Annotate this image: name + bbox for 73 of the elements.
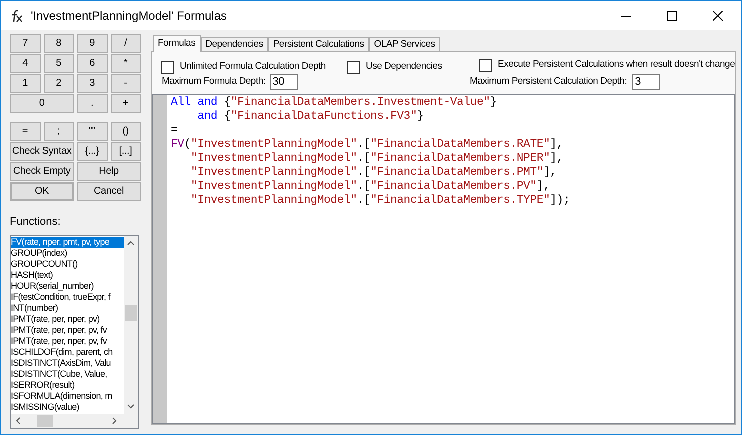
code-line: FV("InvestmentPlanningModel".["FinancialDataMembers.RATE"],: [171, 138, 564, 152]
checkbox[interactable]: [479, 58, 492, 72]
function-item[interactable]: IPMT(rate, per, nper, pv, fv: [11, 324, 124, 336]
function-item[interactable]: ISCHILDOF(dim, parent, ch: [11, 346, 124, 358]
depth-field[interactable]: 3: [632, 74, 660, 90]
keypad-button[interactable]: Check Empty: [10, 162, 74, 181]
keypad-button[interactable]: 2: [44, 74, 74, 93]
maximize-icon: [667, 10, 677, 20]
checkbox[interactable]: [347, 60, 360, 74]
keypad-button[interactable]: Cancel: [77, 182, 141, 201]
code-line: "InvestmentPlanningModel".["FinancialDataMembers.TYPE"]);: [190, 194, 570, 208]
keypad-button[interactable]: {...}: [77, 142, 108, 161]
keypad-button[interactable]: -: [110, 74, 141, 93]
checkbox-label: Execute Persistent Calculations when result doesn't change: [498, 58, 736, 72]
window-title: 'InvestmentPlanningModel' Formulas: [31, 8, 228, 24]
code-line: "InvestmentPlanningModel".["FinancialDataMembers.NPER"],: [190, 152, 564, 166]
function-item[interactable]: ISMISSING(value): [11, 402, 124, 412]
function-item[interactable]: IPMT(rate, per, nper, pv, fv: [11, 336, 124, 346]
keypad-button[interactable]: 9: [77, 34, 108, 53]
keypad-button[interactable]: 3: [77, 74, 108, 93]
keypad-button[interactable]: 5: [44, 54, 74, 73]
keypad-button[interactable]: 0: [10, 94, 74, 113]
keypad-button[interactable]: +: [110, 94, 141, 113]
function-item[interactable]: IPMT(rate, per, nper, pv): [11, 314, 124, 324]
keypad-button[interactable]: Help: [77, 162, 141, 181]
checkbox[interactable]: [161, 60, 174, 74]
code-line: All and {"FinancialDataMembers.Investment-Value"}: [171, 96, 498, 110]
code-line: "InvestmentPlanningModel".["FinancialDataMembers.PMT"],: [190, 166, 558, 180]
function-item[interactable]: GROUPCOUNT(): [11, 258, 124, 270]
keypad-button[interactable]: 6: [77, 54, 108, 73]
function-item[interactable]: HOUR(serial_number): [11, 280, 124, 292]
tab[interactable]: Formulas: [153, 35, 201, 52]
keypad-button[interactable]: 8: [44, 34, 74, 53]
function-item[interactable]: ISDISTINCT(AxisDim, Valu: [11, 358, 124, 368]
scroll-thumb[interactable]: [125, 304, 137, 320]
keypad-button[interactable]: 7: [10, 34, 40, 53]
function-item[interactable]: ISERROR(result): [11, 380, 124, 390]
functions-label: Functions:: [10, 215, 62, 230]
code-line: and {"FinancialDataFunctions.FV3"}: [196, 110, 425, 124]
function-item[interactable]: FV(rate, nper, pmt, pv, type: [11, 236, 124, 248]
fx-icon: [9, 8, 23, 22]
function-item[interactable]: IF(testCondition, trueExpr, f: [11, 292, 124, 302]
field-label: Maximum Formula Depth:: [162, 74, 266, 89]
depth-field[interactable]: 30: [270, 74, 298, 90]
vertical-scrollbar[interactable]: [124, 236, 138, 414]
function-item[interactable]: GROUP(index): [11, 248, 124, 258]
keypad-button[interactable]: "": [77, 122, 108, 141]
keypad-button[interactable]: [...]: [110, 142, 141, 161]
tab[interactable]: Dependencies: [200, 37, 268, 51]
tab[interactable]: OLAP Services: [369, 37, 440, 51]
horizontal-scrollbar[interactable]: [11, 414, 138, 428]
keypad-button[interactable]: .: [77, 94, 108, 113]
function-item[interactable]: ISDISTINCT(Cube, Value,: [11, 368, 124, 380]
code-line: "InvestmentPlanningModel".["FinancialDataMembers.PV"],: [190, 180, 552, 194]
function-item[interactable]: HASH(text): [11, 270, 124, 280]
keypad-button[interactable]: OK: [10, 182, 74, 201]
code-line: =: [171, 124, 179, 138]
keypad-button[interactable]: /: [110, 34, 141, 53]
field-label: Maximum Persistent Calculation Depth:: [470, 74, 628, 89]
keypad-button[interactable]: ;: [44, 122, 74, 141]
keypad-button[interactable]: Check Syntax: [10, 142, 74, 161]
function-item[interactable]: ISFORMULA(dimension, m: [11, 390, 124, 402]
keypad-button[interactable]: (): [110, 122, 141, 141]
keypad-button[interactable]: *: [110, 54, 141, 73]
keypad-button[interactable]: 1: [10, 74, 40, 93]
scroll-thumb[interactable]: [37, 414, 53, 426]
keypad-button[interactable]: 4: [10, 54, 40, 73]
close-icon: [713, 10, 723, 20]
checkbox-label: Unlimited Formula Calculation Depth: [180, 60, 326, 74]
keypad-button[interactable]: =: [10, 122, 40, 141]
checkbox-label: Use Dependencies: [366, 60, 442, 74]
function-item[interactable]: INT(number): [11, 302, 124, 314]
tab[interactable]: Persistent Calculations: [268, 37, 370, 51]
